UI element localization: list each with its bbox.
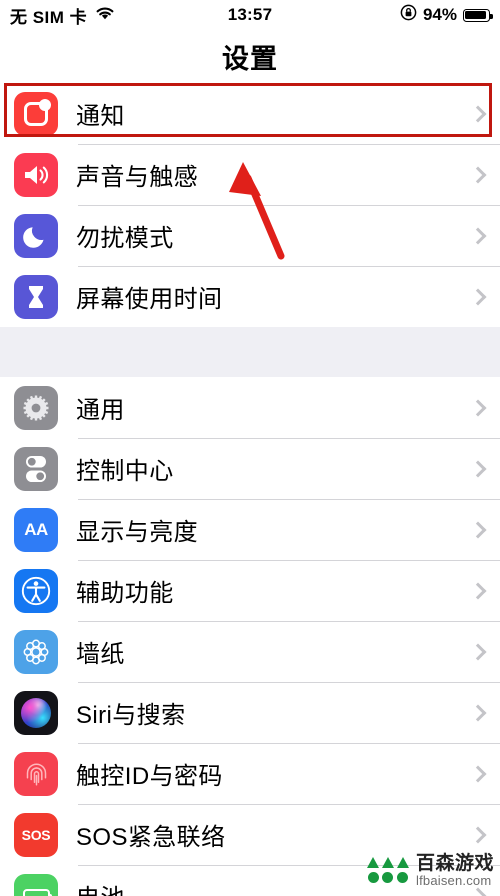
watermark-title: 百森游戏 — [415, 853, 494, 875]
settings-row-control-center[interactable]: 控制中心 — [0, 438, 500, 499]
chevron-right-icon — [469, 460, 487, 477]
settings-row-label: 显示与亮度 — [76, 519, 198, 546]
general-gear-icon — [14, 385, 58, 430]
siri-search-icon — [14, 690, 58, 735]
settings-row-screen-time[interactable]: 屏幕使用时间 — [0, 266, 500, 327]
sound-haptics-icon — [14, 152, 58, 197]
rotation-lock-icon — [400, 4, 417, 26]
chevron-right-icon — [469, 704, 487, 721]
chevron-right-icon — [469, 399, 487, 416]
settings-row-touch-id[interactable]: 触控ID与密码 — [0, 743, 500, 804]
battery-icon — [463, 8, 493, 22]
screen-time-icon — [14, 274, 58, 319]
settings-row-label: Siri与搜索 — [76, 702, 186, 729]
battery-percent-label: 94% — [422, 5, 457, 24]
settings-row-general-gear[interactable]: 通用 — [0, 377, 500, 438]
settings-row-label: 通用 — [76, 397, 125, 424]
settings-row-label: 触控ID与密码 — [76, 763, 223, 790]
chevron-right-icon — [469, 887, 487, 896]
status-bar-right: 94% — [400, 4, 493, 26]
settings-group-1: 通知声音与触感勿扰模式屏幕使用时间 — [0, 83, 500, 327]
settings-row-label: 勿扰模式 — [76, 225, 174, 252]
chevron-right-icon — [469, 521, 487, 538]
notifications-icon — [14, 91, 58, 136]
chevron-right-icon — [469, 582, 487, 599]
watermark-logo — [367, 857, 409, 885]
touch-id-icon — [14, 751, 58, 796]
chevron-right-icon — [469, 643, 487, 660]
watermark-url: lfbaisen.com — [415, 873, 492, 889]
iphone-settings-screen: 无 SIM 卡 13:57 94% 设置 通知 声音与触感 勿扰模式 屏幕使用时… — [0, 0, 500, 896]
status-bar: 无 SIM 卡 13:57 94% — [0, 0, 500, 30]
settings-row-notifications[interactable]: 通知 — [0, 83, 500, 144]
settings-row-label: 声音与触感 — [76, 164, 198, 191]
settings-row-siri-search[interactable]: Siri与搜索 — [0, 682, 500, 743]
wallpaper-icon — [14, 629, 58, 674]
watermark: 百森游戏 lfbaisen.com — [367, 854, 494, 888]
chevron-right-icon — [469, 105, 487, 122]
icon-glyph-sos: SOS — [21, 826, 51, 843]
settings-row-label: 墙纸 — [76, 641, 125, 668]
settings-row-do-not-disturb[interactable]: 勿扰模式 — [0, 205, 500, 266]
settings-row-display-brightness[interactable]: AA 显示与亮度 — [0, 499, 500, 560]
control-center-icon — [14, 446, 58, 491]
settings-row-label: 电池 — [76, 878, 125, 896]
display-brightness-icon: AA — [14, 507, 58, 552]
settings-row-label: 屏幕使用时间 — [76, 286, 223, 313]
icon-glyph-aa: AA — [24, 519, 48, 539]
chevron-right-icon — [469, 166, 487, 183]
chevron-right-icon — [469, 227, 487, 244]
page-title: 设置 — [222, 44, 278, 74]
settings-group-2: 通用控制中心 AA 显示与亮度辅助功能墙纸 Siri与搜索触控ID与密码 SOS SOS紧… — [0, 377, 500, 896]
navigation-bar: 设置 — [0, 30, 500, 83]
chevron-right-icon — [469, 826, 487, 843]
emergency-sos-icon: SOS — [14, 812, 58, 857]
battery-settings-icon — [14, 873, 58, 896]
accessibility-icon — [14, 568, 58, 613]
settings-row-label: 通知 — [76, 103, 125, 130]
do-not-disturb-icon — [14, 213, 58, 258]
settings-row-accessibility[interactable]: 辅助功能 — [0, 560, 500, 621]
settings-row-sound-haptics[interactable]: 声音与触感 — [0, 144, 500, 205]
group-separator — [0, 327, 500, 377]
watermark-text: 百森游戏 lfbaisen.com — [416, 854, 494, 888]
settings-row-wallpaper[interactable]: 墙纸 — [0, 621, 500, 682]
chevron-right-icon — [469, 765, 487, 782]
chevron-right-icon — [469, 288, 487, 305]
settings-row-label: 辅助功能 — [76, 580, 174, 607]
settings-row-label: SOS紧急联络 — [76, 824, 226, 851]
settings-row-label: 控制中心 — [76, 458, 174, 485]
settings-list: 通知声音与触感勿扰模式屏幕使用时间 通用控制中心 AA 显示与亮度辅助功能墙纸 Siri… — [0, 83, 500, 896]
